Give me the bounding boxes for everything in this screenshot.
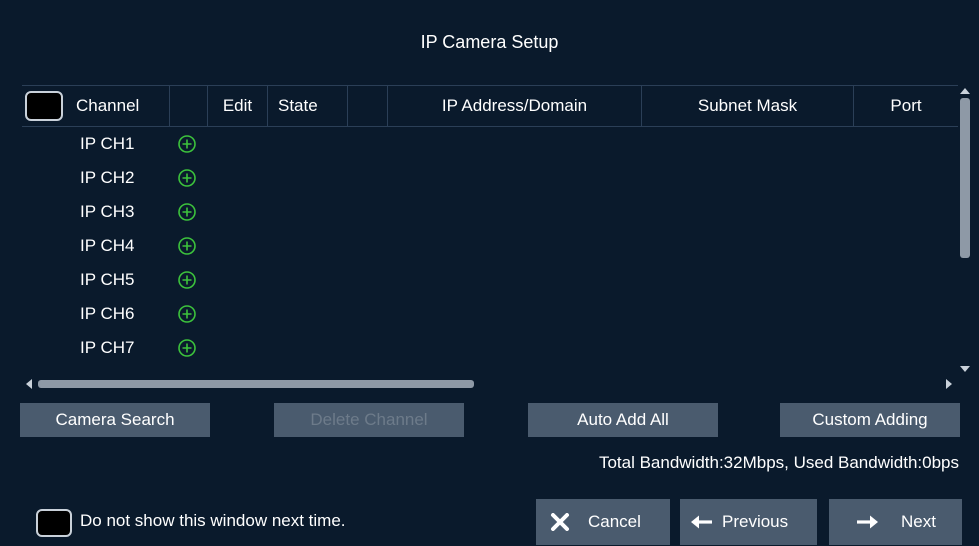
x-icon [551, 513, 569, 531]
channel-table: Channel Edit State IP Address/Domain Sub… [22, 85, 972, 392]
next-button[interactable]: Next [829, 499, 962, 545]
scroll-down-icon[interactable] [960, 366, 970, 372]
cancel-label: Cancel [588, 512, 641, 531]
row-channel-label: IP CH5 [80, 270, 135, 289]
column-header-port[interactable]: Port [854, 86, 958, 126]
horizontal-scroll-thumb[interactable] [38, 380, 474, 388]
row-channel-label: IP CH2 [80, 168, 135, 187]
table-header: Channel Edit State IP Address/Domain Sub… [22, 86, 958, 127]
column-header-subnet-mask[interactable]: Subnet Mask [642, 86, 854, 126]
delete-channel-button[interactable]: Delete Channel [274, 403, 464, 437]
add-channel-icon[interactable] [177, 304, 197, 324]
next-label: Next [901, 512, 936, 531]
add-channel-icon[interactable] [177, 338, 197, 358]
table-row[interactable]: IP CH7 [22, 331, 958, 365]
row-channel-label: IP CH7 [80, 338, 135, 357]
scroll-up-icon[interactable] [960, 88, 970, 94]
window-title: IP Camera Setup [420, 32, 559, 52]
camera-search-button[interactable]: Camera Search [20, 403, 210, 437]
table-row[interactable]: IP CH1 [22, 127, 958, 161]
previous-button[interactable]: Previous [680, 499, 817, 545]
vertical-scroll-thumb[interactable] [960, 98, 970, 258]
select-all-checkbox[interactable] [25, 91, 63, 121]
column-header-blank [170, 86, 208, 126]
column-header-ip-address[interactable]: IP Address/Domain [388, 86, 642, 126]
table-row[interactable]: IP CH3 [22, 195, 958, 229]
arrow-right-icon [857, 515, 878, 529]
auto-add-all-button[interactable]: Auto Add All [528, 403, 718, 437]
table-row[interactable]: IP CH5 [22, 263, 958, 297]
add-channel-icon[interactable] [177, 134, 197, 154]
cancel-button[interactable]: Cancel [536, 499, 670, 545]
row-channel-label: IP CH3 [80, 202, 135, 221]
custom-adding-button[interactable]: Custom Adding [780, 403, 960, 437]
table-row[interactable]: IP CH4 [22, 229, 958, 263]
add-channel-icon[interactable] [177, 236, 197, 256]
table-row[interactable]: IP CH6 [22, 297, 958, 331]
previous-label: Previous [722, 512, 789, 531]
column-header-state[interactable]: State [268, 86, 348, 126]
horizontal-scrollbar[interactable] [22, 378, 958, 390]
dont-show-label[interactable]: Do not show this window next time. [80, 511, 346, 531]
table-row[interactable]: IP CH2 [22, 161, 958, 195]
row-channel-label: IP CH6 [80, 304, 135, 323]
column-header-channel[interactable]: Channel [68, 86, 170, 126]
row-channel-label: IP CH1 [80, 134, 135, 153]
add-channel-icon[interactable] [177, 270, 197, 290]
bandwidth-status: Total Bandwidth:32Mbps, Used Bandwidth:0… [598, 453, 959, 472]
row-channel-label: IP CH4 [80, 236, 135, 255]
add-channel-icon[interactable] [177, 168, 197, 188]
arrow-left-icon [691, 515, 712, 529]
add-channel-icon[interactable] [177, 202, 197, 222]
column-header-edit[interactable]: Edit [208, 86, 268, 126]
scroll-left-icon[interactable] [26, 379, 32, 389]
dont-show-checkbox[interactable] [36, 509, 72, 537]
column-header-blank-2 [348, 86, 388, 126]
scroll-right-icon[interactable] [946, 379, 952, 389]
vertical-scrollbar[interactable] [958, 86, 972, 376]
